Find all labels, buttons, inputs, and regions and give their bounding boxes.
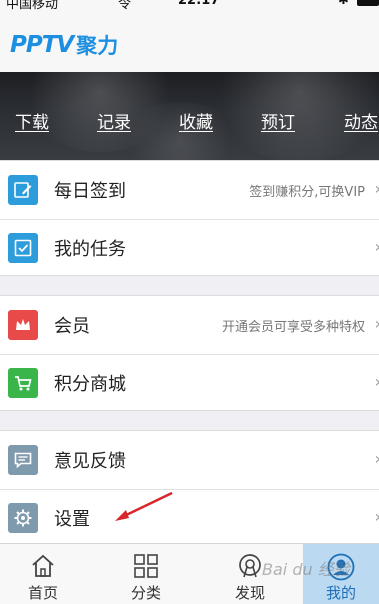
- logo-mark: PPTV: [10, 32, 74, 58]
- battery-icon: [357, 0, 379, 6]
- chevron-right-icon: ›: [375, 179, 379, 198]
- tabbar-label: 发现: [234, 584, 265, 602]
- home-icon: [32, 554, 54, 577]
- chevron-right-icon: ›: [375, 372, 379, 391]
- menu-group-checkin: 每日签到 签到赚积分,可换VIP › 我的任务 ›: [0, 160, 379, 276]
- clock-time: 22:17: [178, 0, 220, 8]
- annotation-arrow: [115, 491, 173, 521]
- tabbar-label: 分类: [130, 584, 161, 602]
- menu-group-support: 意见反馈 › 设置 ›: [0, 430, 379, 546]
- tabbar-label: 我的: [325, 584, 356, 602]
- menu-item-label: 设置: [54, 509, 90, 530]
- pptv-logo: PPTV 聚力: [10, 32, 118, 58]
- feedback-message-icon: [8, 445, 38, 475]
- menu-item-label: 我的任务: [54, 239, 126, 260]
- tabbar-categories[interactable]: 分类: [108, 544, 184, 604]
- logo-text: 聚力: [76, 34, 119, 58]
- menu-item-desc: 开通会员可享受多种特权: [221, 320, 365, 335]
- checkin-pen-icon: [8, 175, 38, 205]
- tab-activity[interactable]: 动态: [344, 108, 378, 133]
- tabbar-home[interactable]: 首页: [5, 544, 81, 604]
- chevron-right-icon: ›: [375, 314, 379, 333]
- chevron-right-icon: ›: [375, 507, 379, 526]
- menu-item-points-mall[interactable]: 积分商城 ›: [0, 354, 379, 412]
- menu-item-daily-checkin[interactable]: 每日签到 签到赚积分,可换VIP ›: [0, 161, 379, 219]
- menu-item-label: 积分商城: [54, 374, 126, 395]
- menu-group-vip: 会员 开通会员可享受多种特权 › 积分商城 ›: [0, 295, 379, 411]
- tab-reservations[interactable]: 预订: [261, 108, 295, 133]
- menu-item-label: 每日签到: [54, 181, 126, 202]
- shopping-cart-icon: [8, 368, 38, 398]
- tab-favorites[interactable]: 收藏: [179, 108, 213, 133]
- grid-icon: [134, 554, 158, 578]
- menu-item-label: 意见反馈: [54, 451, 126, 472]
- chevron-right-icon: ›: [375, 237, 379, 256]
- watermark-text: Bai du 经验: [262, 560, 350, 579]
- tab-downloads[interactable]: 下载: [15, 108, 49, 133]
- settings-gear-icon: [8, 503, 38, 533]
- status-bar: 中国移动 令 22:17 ✱: [0, 0, 379, 10]
- wifi-icon: 令: [118, 0, 132, 10]
- menu-item-my-tasks[interactable]: 我的任务 ›: [0, 219, 379, 277]
- menu-item-vip[interactable]: 会员 开通会员可享受多种特权 ›: [0, 296, 379, 354]
- menu-item-feedback[interactable]: 意见反馈 ›: [0, 431, 379, 489]
- menu-item-settings[interactable]: 设置 ›: [0, 489, 379, 547]
- task-check-icon: [8, 233, 38, 263]
- tab-history[interactable]: 记录: [97, 108, 131, 133]
- tabbar-label: 首页: [27, 584, 58, 602]
- carrier-label: 中国移动: [6, 0, 59, 10]
- menu-item-label: 会员: [54, 316, 90, 337]
- discover-icon: [239, 554, 261, 578]
- profile-tabs: 下载 记录 收藏 预订 动态: [0, 108, 379, 134]
- vip-crown-icon: [8, 310, 38, 340]
- bluetooth-icon: ✱: [338, 0, 349, 8]
- app-header: PPTV 聚力: [0, 10, 379, 72]
- menu-item-desc: 签到赚积分,可换VIP: [249, 185, 365, 200]
- chevron-right-icon: ›: [375, 449, 379, 468]
